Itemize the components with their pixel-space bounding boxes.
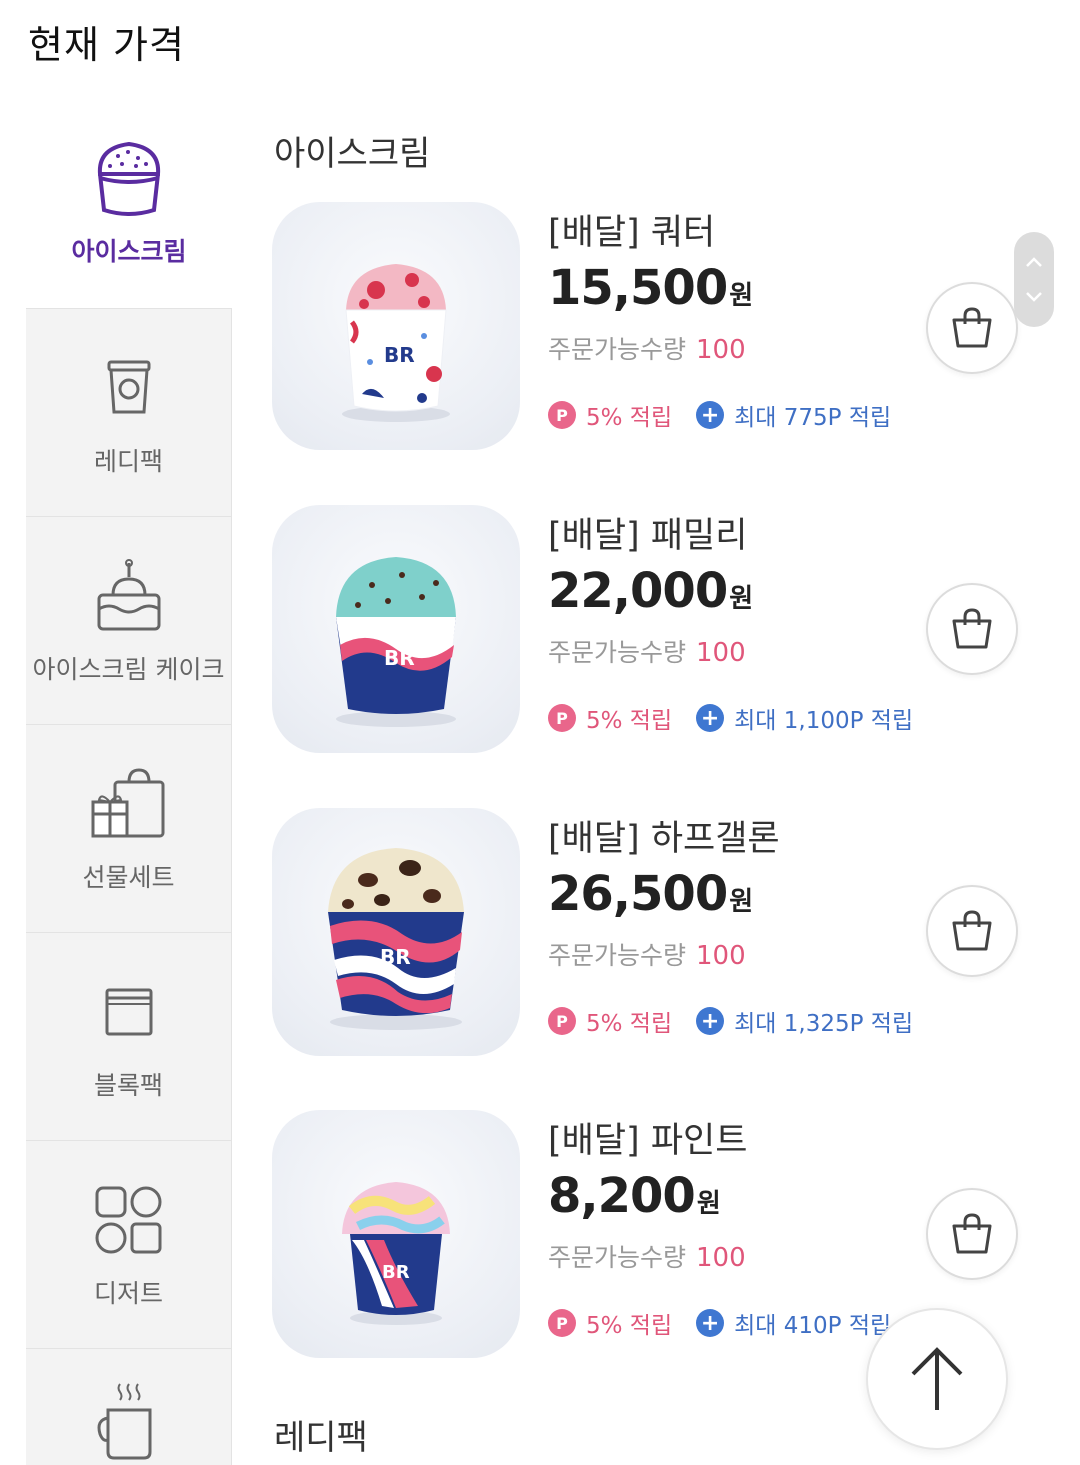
section-title-ice-cream: 아이스크림 xyxy=(274,134,431,174)
shopping-bag-icon xyxy=(952,910,992,951)
product-image[interactable]: BR xyxy=(272,1110,520,1358)
points-badge-icon: P xyxy=(548,401,576,429)
add-to-cart-button[interactable] xyxy=(926,1188,1018,1280)
product-card[interactable]: BR [배달] 쿼터 15,500원 주문가능수량 100 P 5% 적립 + 최… xyxy=(272,202,1052,452)
points-badge-icon: P xyxy=(548,1309,576,1337)
plus-badge-icon: + xyxy=(696,401,725,429)
sidebar-item-ice-cream[interactable]: 아이스크림 xyxy=(26,100,232,306)
sidebar-item-label: 선물세트 xyxy=(82,862,175,892)
product-card[interactable]: BR [배달] 패밀리 22,000원 주문가능수량 100 P 5% 적립 + … xyxy=(272,505,1052,755)
product-price: 26,500원 xyxy=(548,866,753,922)
scroll-control[interactable] xyxy=(1014,232,1054,327)
sidebar-item-label: 레디팩 xyxy=(93,446,163,476)
plus-badge-icon: + xyxy=(696,1309,725,1337)
ice-cream-cup-icon xyxy=(89,138,169,218)
chevron-down-icon[interactable] xyxy=(1025,291,1043,303)
dessert-icon xyxy=(89,1180,169,1260)
sidebar-item-ready-pack[interactable]: 레디팩 xyxy=(26,308,232,516)
sidebar-item-block-pack[interactable]: 블록팩 xyxy=(26,932,232,1140)
shopping-bag-icon xyxy=(952,608,992,649)
chevron-up-icon[interactable] xyxy=(1025,256,1043,268)
sidebar-item-label: 블록팩 xyxy=(93,1070,163,1100)
points-info: P 5% 적립 + 최대 1,325P 적립 xyxy=(548,1004,913,1038)
shopping-bag-icon xyxy=(952,1213,992,1254)
product-price: 15,500원 xyxy=(548,260,753,316)
sidebar-item-dessert[interactable]: 디저트 xyxy=(26,1140,232,1348)
product-name[interactable]: [배달] 패밀리 xyxy=(548,507,747,558)
product-image[interactable]: BR xyxy=(272,505,520,753)
page-title: 현재 가격 xyxy=(28,23,185,67)
sidebar-item-label: 아이스크림 xyxy=(71,237,187,266)
shopping-bag-icon xyxy=(952,307,992,348)
points-info: P 5% 적립 + 최대 1,100P 적립 xyxy=(548,701,913,735)
plus-badge-icon: + xyxy=(696,1007,725,1035)
add-to-cart-button[interactable] xyxy=(926,282,1018,374)
product-card[interactable]: BR [배달] 하프갤론 26,500원 주문가능수량 100 P 5% 적립 +… xyxy=(272,808,1052,1058)
svg-text:BR: BR xyxy=(384,343,415,367)
product-name[interactable]: [배달] 파인트 xyxy=(548,1112,747,1163)
gift-set-icon xyxy=(89,764,169,844)
svg-text:BR: BR xyxy=(382,1262,410,1283)
product-image[interactable]: BR xyxy=(272,202,520,450)
points-info: P 5% 적립 + 최대 410P 적립 xyxy=(548,1306,891,1340)
product-price: 8,200원 xyxy=(548,1168,721,1224)
arrow-up-icon xyxy=(911,1347,963,1410)
sidebar-item-label: 디저트 xyxy=(93,1278,163,1308)
svg-text:BR: BR xyxy=(384,646,415,670)
points-info: P 5% 적립 + 최대 775P 적립 xyxy=(548,398,891,432)
product-image[interactable]: BR xyxy=(272,808,520,1056)
sidebar-item-ice-cream-cake[interactable]: 아이스크림 케이크 xyxy=(26,516,232,724)
order-quantity: 주문가능수량 100 xyxy=(548,1243,746,1273)
sidebar-item-beverage[interactable] xyxy=(26,1348,232,1465)
sidebar-item-label: 아이스크림 케이크 xyxy=(32,654,225,684)
ready-pack-icon xyxy=(89,348,169,428)
add-to-cart-button[interactable] xyxy=(926,583,1018,675)
sidebar-item-gift-set[interactable]: 선물세트 xyxy=(26,724,232,932)
section-title-ready-pack: 레디팩 xyxy=(274,1418,368,1458)
cake-icon xyxy=(89,556,169,636)
product-price: 22,000원 xyxy=(548,563,753,619)
block-pack-icon xyxy=(89,972,169,1052)
product-name[interactable]: [배달] 하프갤론 xyxy=(548,810,780,861)
order-quantity: 주문가능수량 100 xyxy=(548,941,746,971)
scroll-to-top-button[interactable] xyxy=(866,1308,1008,1450)
svg-text:BR: BR xyxy=(380,945,411,969)
product-name[interactable]: [배달] 쿼터 xyxy=(548,204,715,255)
category-sidebar: 아이스크림 레디팩 아이스크림 케이크 선물세트 블록팩 디저트 xyxy=(26,100,232,1465)
plus-badge-icon: + xyxy=(696,704,725,732)
order-quantity: 주문가능수량 100 xyxy=(548,335,746,365)
coffee-cup-icon xyxy=(89,1383,169,1460)
points-badge-icon: P xyxy=(548,704,576,732)
points-badge-icon: P xyxy=(548,1007,576,1035)
add-to-cart-button[interactable] xyxy=(926,885,1018,977)
order-quantity: 주문가능수량 100 xyxy=(548,638,746,668)
